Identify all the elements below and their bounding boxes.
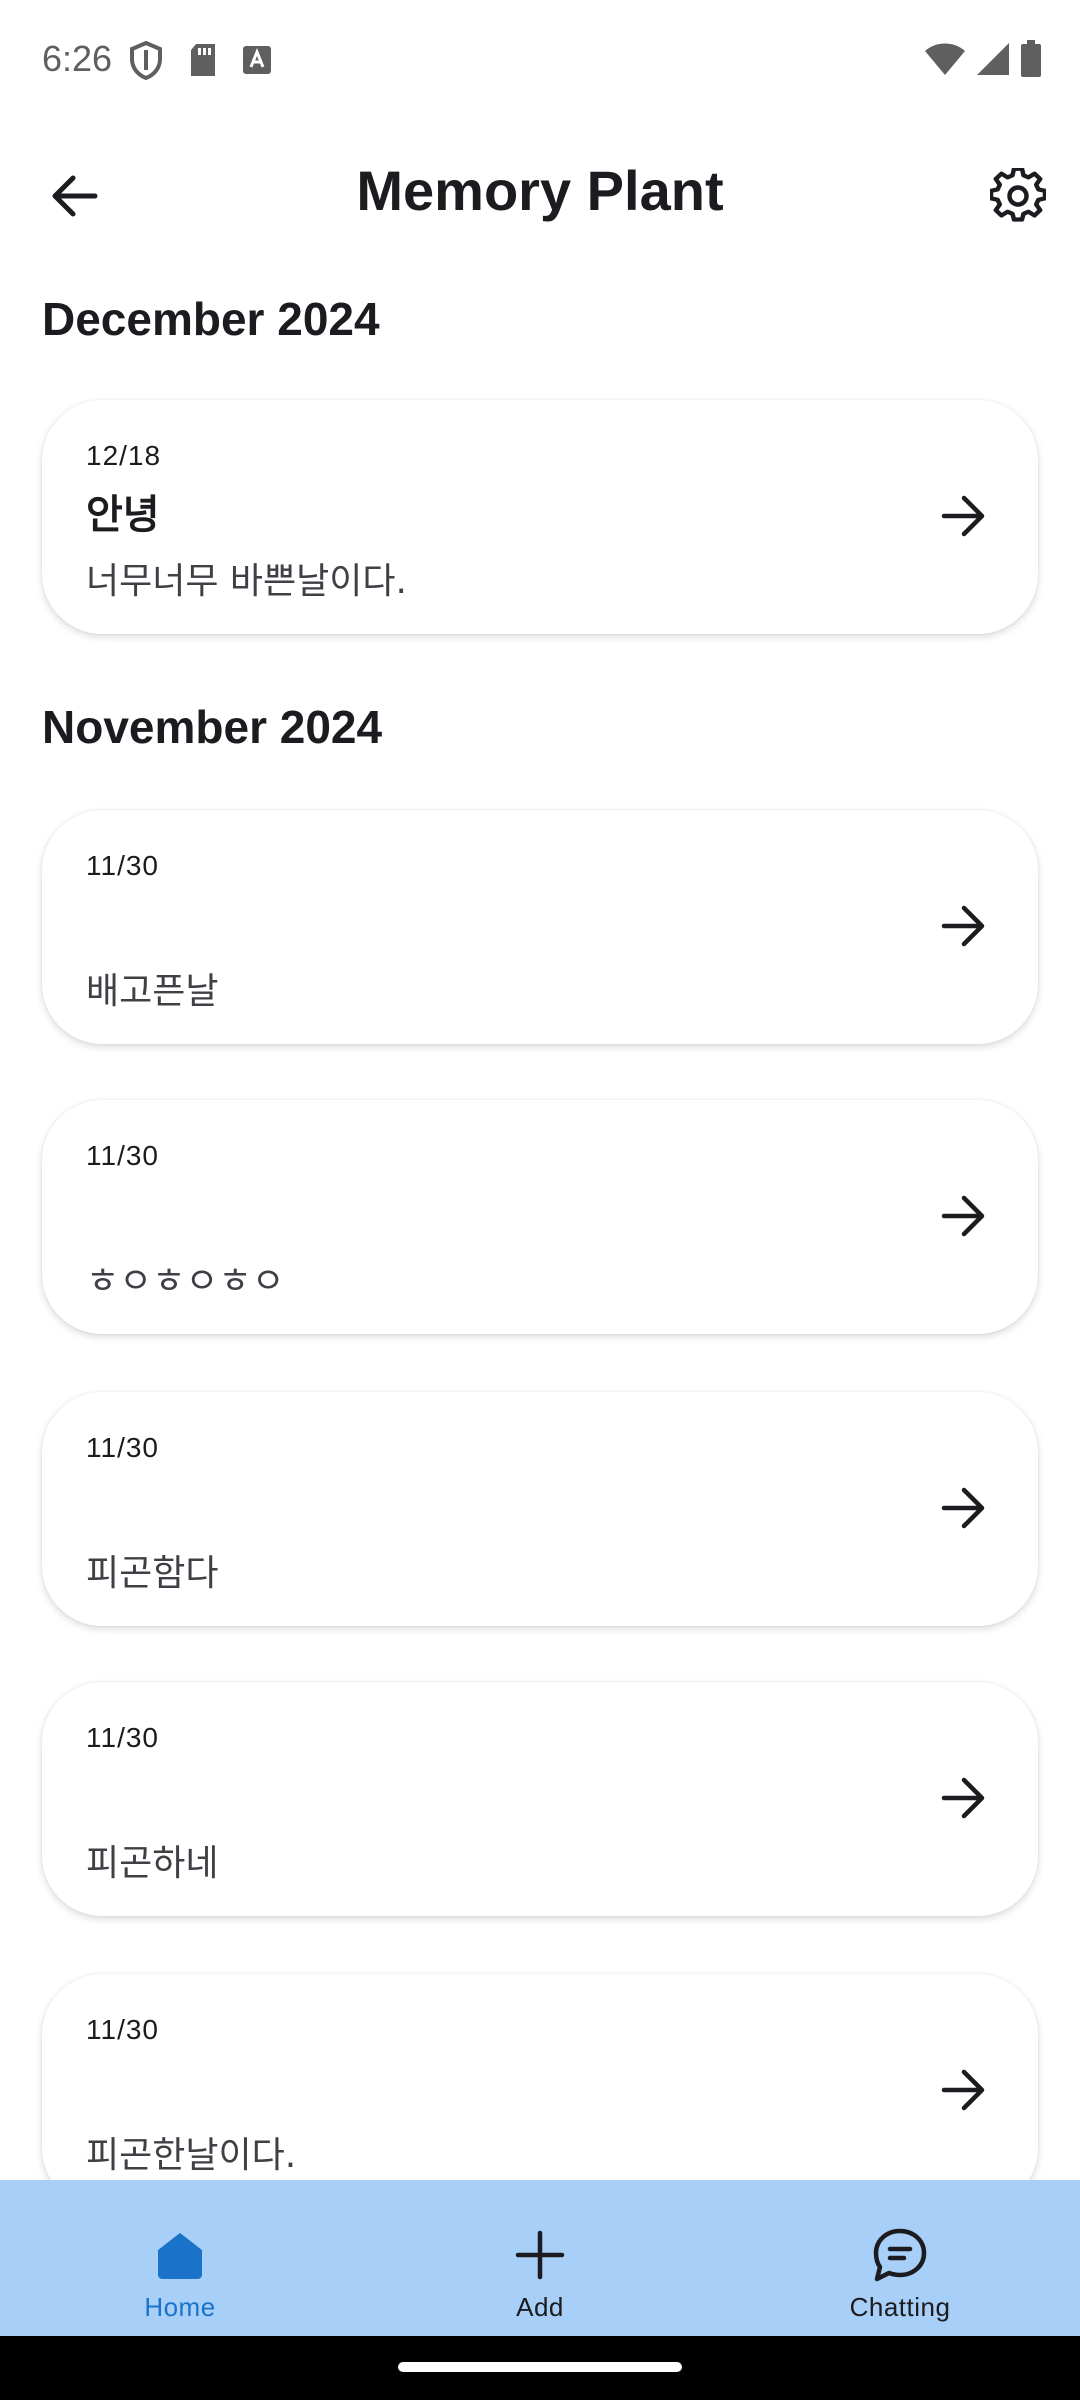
entry-date: 11/30 (86, 1140, 159, 1171)
month-header-december: December 2024 (42, 293, 380, 345)
entry-body: 피곤함다 (86, 1553, 219, 1594)
arrow-right-icon[interactable] (934, 1478, 994, 1538)
signal-icon (976, 42, 1010, 80)
arrow-right-icon[interactable] (934, 2060, 994, 2120)
entry-card[interactable]: 11/30 피곤하네 (42, 1682, 1038, 1916)
entry-body: 피곤하네 (86, 1843, 219, 1884)
keyboard-a-icon (242, 45, 272, 79)
wifi-icon (924, 42, 966, 80)
status-right-icons (924, 40, 1042, 82)
entry-card[interactable]: 11/30 ㅎㅇㅎㅇㅎㅇ (42, 1100, 1038, 1334)
bottom-nav: Home Add Chatting (0, 2180, 1080, 2336)
chat-bubble-icon (871, 2226, 929, 2284)
nav-label-chatting: Chatting (849, 2292, 951, 2322)
app-bar: Memory Plant (0, 130, 1080, 260)
home-icon (151, 2226, 209, 2284)
nav-label-home: Home (144, 2292, 216, 2322)
month-header-november: November 2024 (42, 701, 383, 753)
screen: 6:26 Memory Plant December 2024 12/18 안녕… (0, 0, 1080, 2400)
entry-body: 피곤한날이다. (86, 2135, 297, 2176)
entry-card[interactable]: 11/30 피곤한날이다. (42, 1974, 1038, 2208)
nav-label-add: Add (516, 2292, 564, 2322)
entry-date: 11/30 (86, 1722, 159, 1753)
gesture-handle[interactable] (398, 2362, 682, 2372)
entry-card[interactable]: 11/30 피곤함다 (42, 1392, 1038, 1626)
entry-date: 11/30 (86, 850, 159, 881)
nav-item-home[interactable]: Home (0, 2180, 360, 2336)
shield-icon (128, 40, 164, 84)
entry-date: 11/30 (86, 1432, 159, 1463)
plus-icon (511, 2226, 569, 2284)
entry-card[interactable]: 11/30 배고픈날 (42, 810, 1038, 1044)
nav-item-add[interactable]: Add (360, 2180, 720, 2336)
entry-body: 너무너무 바쁜날이다. (86, 561, 407, 602)
entry-date: 11/30 (86, 2014, 159, 2045)
battery-icon (1020, 40, 1042, 82)
arrow-right-icon[interactable] (934, 1186, 994, 1246)
arrow-right-icon[interactable] (934, 1768, 994, 1828)
entry-body: ㅎㅇㅎㅇㅎㅇ (86, 1261, 285, 1302)
page-title: Memory Plant (356, 159, 724, 222)
gesture-bar (0, 2336, 1080, 2400)
status-bar: 6:26 (0, 0, 1080, 120)
settings-button[interactable] (978, 158, 1058, 238)
status-left-icons (128, 40, 272, 84)
entry-body: 배고픈날 (86, 971, 219, 1012)
status-time: 6:26 (42, 38, 113, 79)
entry-title: 안녕 (86, 492, 160, 538)
gear-icon (988, 166, 1048, 228)
nav-item-chatting[interactable]: Chatting (720, 2180, 1080, 2336)
sd-card-icon (188, 42, 218, 82)
entry-date: 12/18 (86, 440, 162, 471)
entry-card[interactable]: 12/18 안녕 너무너무 바쁜날이다. (42, 400, 1038, 634)
arrow-right-icon[interactable] (934, 896, 994, 956)
arrow-right-icon[interactable] (934, 486, 994, 546)
